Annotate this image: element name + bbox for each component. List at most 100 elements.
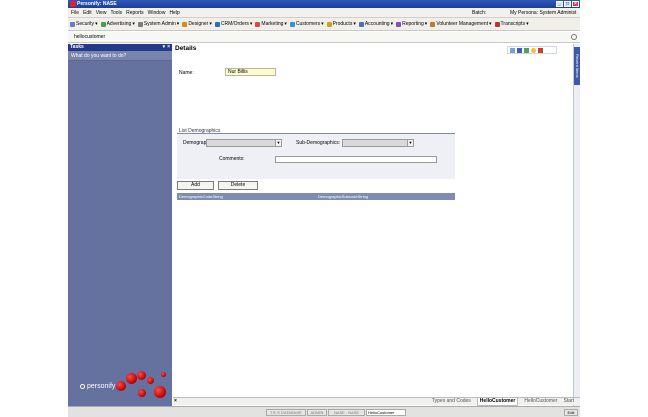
toolbar-transcripts[interactable]: Transcripts ▾ — [494, 21, 529, 27]
window-controls: _ □ × — [556, 1, 579, 7]
demographics-dropdown[interactable]: ▼ — [206, 139, 282, 147]
toolbar-advertising[interactable]: Advertising ▾ — [100, 21, 135, 27]
toolbar-label: Designer — [188, 21, 209, 27]
chevron-down-icon: ▼ — [275, 140, 281, 146]
status-bar: T.E.S DATABASE ADMIN NASE : NASE HelloCu… — [68, 406, 580, 417]
demographics-grid-header: DemographicCodeString DemographicSubcode… — [177, 193, 455, 200]
tab-hellocustomer-active[interactable]: HelloCustomer — [476, 398, 519, 406]
grid-column-code[interactable]: DemographicCodeString — [179, 193, 223, 200]
document-tab-strip: hellocustomer — [68, 32, 580, 43]
decorative-bubble — [116, 381, 126, 391]
decorative-bubble — [154, 386, 166, 398]
grid-column-subcode[interactable]: DemographicSubcodeString — [318, 193, 368, 200]
toolbar-crm-orders[interactable]: CRM/Orders ▾ — [214, 21, 253, 27]
chevron-down-icon[interactable]: ▾ — [353, 21, 356, 27]
status-screen: HelloCustomer — [366, 409, 406, 416]
chevron-down-icon[interactable]: ▾ — [526, 21, 529, 27]
toolbar-designer[interactable]: Designer ▾ — [182, 21, 212, 27]
toolbar-label: Volunteer Management — [436, 21, 489, 27]
pin-icon[interactable]: ▾ — [163, 44, 166, 51]
add-button[interactable]: Add — [177, 181, 214, 190]
advertising-icon — [100, 21, 106, 27]
open-record-tab[interactable]: hellocustomer — [74, 32, 105, 43]
status-user: ADMIN — [307, 409, 327, 416]
details-form: Details Name: Nur Billis List Demographi… — [173, 44, 573, 396]
minimize-button[interactable]: _ — [556, 1, 563, 7]
menu-tools[interactable]: Tools — [110, 8, 122, 18]
reporting-icon — [396, 21, 402, 27]
toolbar-volunteer-management[interactable]: Volunteer Management ▾ — [430, 21, 492, 27]
decorative-bubble — [147, 377, 154, 384]
chevron-down-icon[interactable]: ▾ — [284, 21, 287, 27]
close-icon[interactable]: × — [167, 44, 170, 51]
status-mode: Edit — [564, 409, 578, 416]
maximize-button[interactable]: □ — [564, 1, 571, 7]
app-icon — [70, 1, 76, 7]
close-button[interactable]: × — [572, 1, 579, 7]
toolbar-label: Products — [332, 21, 353, 27]
chevron-down-icon[interactable]: ▾ — [391, 21, 394, 27]
chevron-down-icon[interactable]: ▾ — [489, 21, 492, 27]
help-icon[interactable] — [538, 48, 543, 53]
chevron-down-icon[interactable]: ▾ — [425, 21, 428, 27]
save-icon[interactable] — [517, 48, 522, 53]
menu-window[interactable]: Window — [148, 8, 166, 18]
chevron-down-icon[interactable]: ▾ — [132, 21, 135, 27]
security-icon — [70, 21, 75, 27]
toolbar-label: Customers — [295, 21, 321, 27]
tab-types-and-codes[interactable]: Types and Codes — [432, 398, 471, 406]
toolbar-label: System Admin — [143, 21, 176, 27]
pin-icon[interactable] — [571, 34, 577, 40]
toolbar-reporting[interactable]: Reporting ▾ — [396, 21, 427, 27]
chevron-down-icon[interactable]: ▾ — [209, 21, 212, 27]
toolbar-label: Reporting — [402, 21, 424, 27]
page-title: Details — [175, 45, 197, 52]
decorative-bubble — [138, 389, 146, 397]
toolbar-label: Security — [76, 21, 95, 27]
toolbar-items: Security ▾ Advertising ▾ System Admin ▾ Design… — [70, 21, 529, 27]
status-database: T.E.S DATABASE — [266, 409, 306, 416]
personify-logo: personify — [80, 383, 115, 390]
recent-items-tab[interactable]: Recent Items — [574, 47, 580, 85]
decorative-bubble — [126, 373, 137, 384]
products-icon — [326, 21, 332, 27]
refresh-icon[interactable] — [510, 48, 515, 53]
toolbar-label: Transcripts — [500, 21, 526, 27]
tasks-prompt: What do you want to do? — [68, 51, 172, 61]
menu-edit[interactable]: Edit — [83, 8, 92, 18]
toolbar-security[interactable]: Security ▾ — [70, 21, 98, 27]
lightbulb-icon[interactable] — [531, 48, 536, 53]
toolbar-customers[interactable]: Customers ▾ — [289, 21, 324, 27]
chevron-down-icon[interactable]: ▾ — [177, 21, 180, 27]
tasks-header: Tasks ▾ × — [68, 44, 172, 51]
toolbar-products[interactable]: Products ▾ — [326, 21, 356, 27]
title-bar: Personify: NASE _ □ × — [68, 0, 580, 8]
name-input[interactable]: Nur Billis — [225, 68, 276, 76]
chevron-down-icon[interactable]: ▾ — [321, 21, 324, 27]
status-org: NASE : NASE — [328, 409, 365, 416]
menu-file[interactable]: File — [71, 8, 79, 18]
menu-help[interactable]: Help — [169, 8, 179, 18]
chevron-down-icon[interactable]: ▾ — [95, 21, 98, 27]
right-rail: Recent Items — [573, 44, 580, 406]
close-tab-icon[interactable]: × — [174, 398, 177, 405]
comments-field[interactable] — [275, 156, 437, 163]
cycle-icon[interactable] — [524, 48, 529, 53]
toolbar-accounting[interactable]: Accounting ▾ — [358, 21, 394, 27]
subdemographics-dropdown[interactable]: ▼ — [342, 139, 414, 147]
toolbar-label: Accounting — [364, 21, 390, 27]
menu-reports[interactable]: Reports — [126, 8, 144, 18]
menu-view[interactable]: View — [96, 8, 107, 18]
persona-selector[interactable]: My Persona: System Administ — [510, 8, 576, 18]
toolbar-system-admin[interactable]: System Admin ▾ — [137, 21, 180, 27]
toolbar-label: Advertising — [106, 21, 132, 27]
toolbar-label: CRM/Orders — [220, 21, 249, 27]
toolbar-marketing[interactable]: Marketing ▾ — [255, 21, 287, 27]
menu-bar: File Edit View Tools Reports Window Help… — [68, 8, 580, 18]
chevron-down-icon[interactable]: ▾ — [250, 21, 253, 27]
delete-button[interactable]: Delete — [218, 181, 258, 190]
tab-start[interactable]: Start — [563, 398, 574, 406]
tab-hellocustomer[interactable]: HelloCustomer — [524, 398, 557, 406]
menu-items: File Edit View Tools Reports Window Help — [71, 8, 180, 18]
logo-mark-icon — [80, 384, 85, 389]
